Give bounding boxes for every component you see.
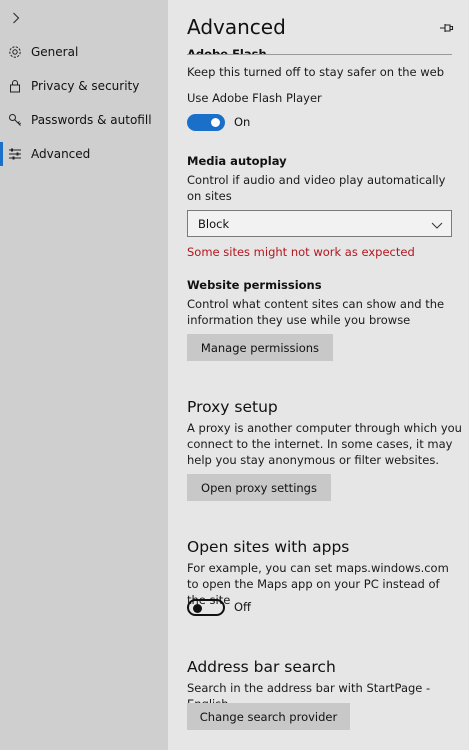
gear-icon (8, 45, 22, 59)
pin-icon[interactable] (438, 20, 454, 34)
sidebar-item-advanced[interactable]: Advanced (0, 140, 168, 168)
sidebar-item-label: Passwords & autofill (31, 113, 152, 127)
media-autoplay-heading: Media autoplay (187, 154, 287, 168)
flash-description: Keep this turned off to stay safer on th… (187, 65, 445, 79)
chevron-right-icon[interactable] (6, 8, 26, 28)
open-sites-toggle-state: Off (234, 600, 251, 614)
change-search-provider-button[interactable]: Change search provider (187, 703, 350, 730)
open-sites-with-apps-heading: Open sites with apps (187, 538, 350, 556)
sidebar-item-label: Advanced (31, 147, 91, 161)
website-permissions-heading: Website permissions (187, 278, 322, 292)
autoplay-selected-value: Block (198, 217, 230, 231)
address-bar-search-heading: Address bar search (187, 658, 336, 676)
advanced-settings-panel: Advanced Adobe Flash Keep this turned of… (168, 0, 469, 750)
media-autoplay-description: Control if audio and video play automati… (187, 173, 446, 203)
page-title: Advanced (187, 15, 286, 39)
manage-permissions-button[interactable]: Manage permissions (187, 334, 333, 361)
key-icon (8, 113, 22, 127)
sidebar-item-passwords[interactable]: Passwords & autofill (0, 106, 168, 134)
sidebar-item-general[interactable]: General (0, 38, 168, 66)
flash-toggle[interactable] (187, 114, 225, 131)
autoplay-warning: Some sites might not work as expected (187, 245, 415, 259)
sliders-icon (8, 147, 22, 161)
proxy-setup-heading: Proxy setup (187, 398, 278, 416)
lock-icon (8, 79, 22, 93)
open-sites-description: For example, you can set maps.windows.co… (187, 561, 449, 607)
open-proxy-settings-button[interactable]: Open proxy settings (187, 474, 331, 501)
flash-toggle-state: On (234, 115, 251, 129)
sidebar-item-privacy[interactable]: Privacy & security (0, 72, 168, 100)
proxy-description: A proxy is another computer through whic… (187, 421, 462, 467)
sidebar: General Privacy & security Passwords & a… (0, 0, 168, 750)
flash-toggle-label: Use Adobe Flash Player (187, 91, 322, 105)
toggle-knob (211, 118, 220, 127)
open-sites-toggle[interactable] (187, 599, 225, 616)
chevron-down-icon (430, 217, 444, 231)
adobe-flash-heading: Adobe Flash (187, 47, 267, 54)
autoplay-select[interactable]: Block (187, 210, 452, 237)
sidebar-item-label: General (31, 45, 79, 59)
toggle-knob (193, 603, 202, 613)
sidebar-item-label: Privacy & security (31, 79, 140, 93)
header-divider (187, 54, 452, 55)
website-permissions-description: Control what content sites can show and … (187, 297, 445, 327)
